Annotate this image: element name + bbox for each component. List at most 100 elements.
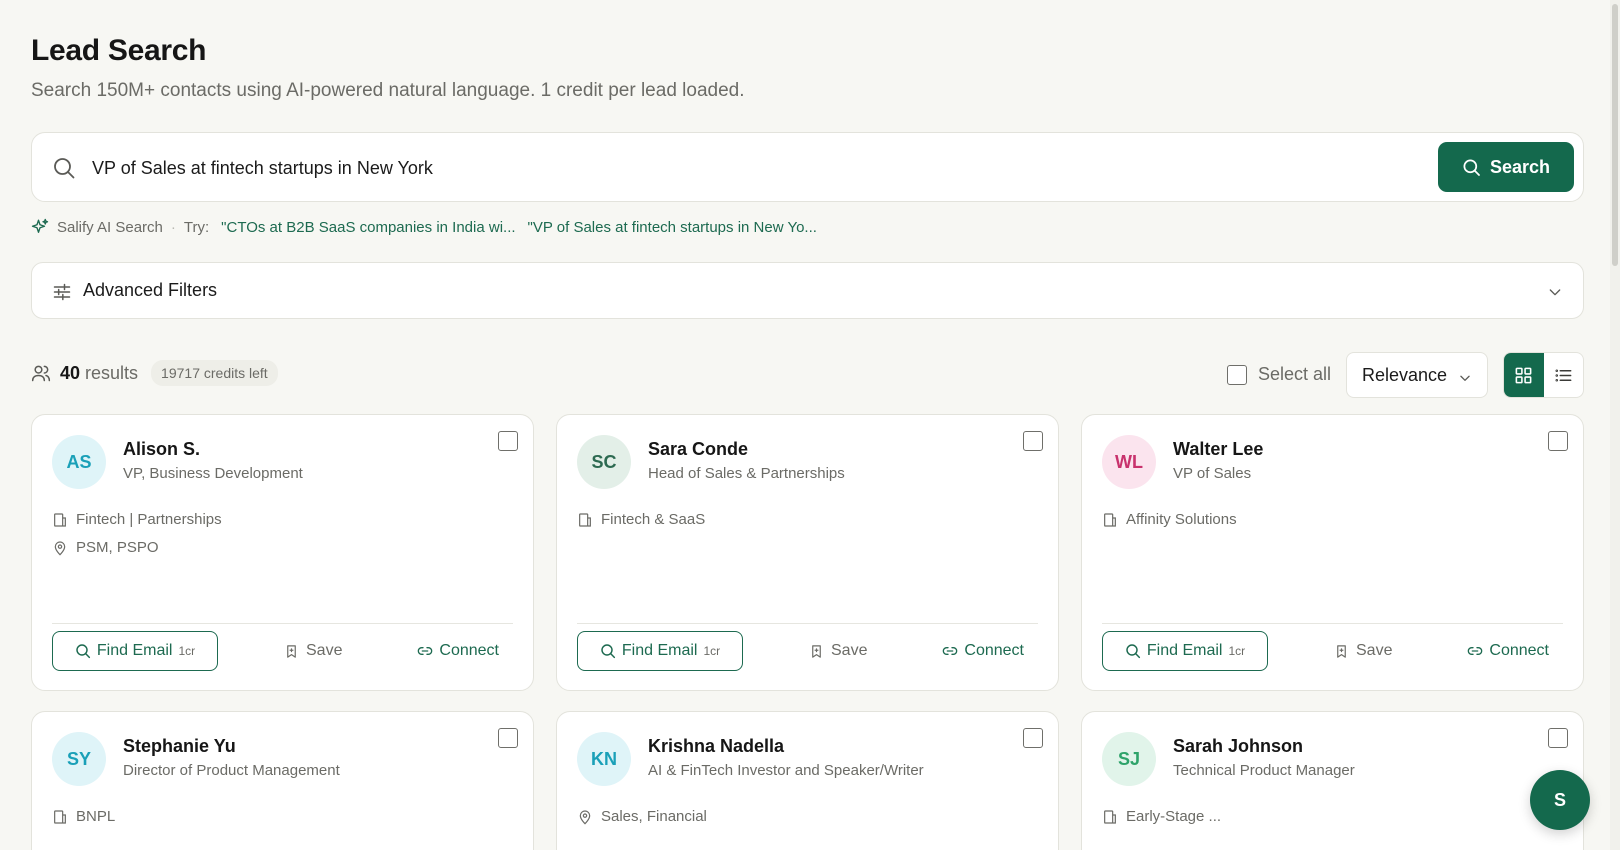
list-icon	[1555, 368, 1572, 382]
select-all[interactable]: Select all	[1227, 364, 1331, 385]
connect-button[interactable]: Connect	[942, 631, 1024, 671]
find-email-button[interactable]: Find Email 1cr	[1102, 631, 1268, 671]
page-subtitle: Search 150M+ contacts using AI-powered n…	[31, 80, 745, 101]
save-label: Save	[306, 642, 343, 659]
chevron-down-icon	[1458, 369, 1472, 390]
lead-meta-text: PSM, PSPO	[76, 539, 159, 556]
search-bar: Search	[31, 132, 1584, 202]
lead-select-checkbox[interactable]	[1023, 431, 1043, 451]
users-icon	[31, 365, 51, 382]
lead-card[interactable]: WL Walter Lee VP of Sales Affinity Solut…	[1081, 414, 1584, 691]
lead-card[interactable]: SC Sara Conde Head of Sales & Partnershi…	[556, 414, 1059, 691]
results-summary: 40 results 19717 credits left	[31, 360, 278, 386]
assistant-fab[interactable]: S	[1530, 770, 1590, 830]
avatar: AS	[52, 435, 106, 489]
lead-meta: PSM, PSPO	[52, 539, 159, 556]
building-icon	[1102, 809, 1118, 825]
lead-meta-text: Fintech | Partnerships	[76, 511, 222, 528]
connect-label: Connect	[439, 642, 499, 659]
lead-meta-text: Fintech & SaaS	[601, 511, 706, 528]
results-count: 40	[60, 362, 81, 383]
credit-cost: 1cr	[1228, 644, 1246, 658]
connect-button[interactable]: Connect	[1467, 631, 1549, 671]
lead-title: VP, Business Development	[123, 465, 303, 482]
ai-suggestions: Salify AI Search · Try: "CTOs at B2B Saa…	[31, 218, 817, 236]
lead-meta-text: Affinity Solutions	[1126, 511, 1237, 528]
card-actions: Find Email 1cr Save Connect	[1102, 631, 1563, 671]
search-button-label: Search	[1489, 156, 1551, 177]
lead-name: Alison S.	[123, 439, 201, 459]
building-icon	[52, 512, 68, 528]
grid-view-button[interactable]	[1504, 353, 1544, 397]
try-label: Try:	[183, 218, 210, 236]
advanced-filters-toggle[interactable]: Advanced Filters	[31, 262, 1584, 319]
lead-select-checkbox[interactable]	[1023, 728, 1043, 748]
avatar: KN	[577, 732, 631, 786]
find-email-button[interactable]: Find Email 1cr	[577, 631, 743, 671]
find-email-label: Find Email	[621, 642, 698, 659]
lead-meta: Fintech | Partnerships	[52, 511, 222, 528]
select-all-label: Select all	[1258, 364, 1332, 384]
building-icon	[1102, 512, 1118, 528]
lead-card[interactable]: KN Krishna Nadella AI & FinTech Investor…	[556, 711, 1059, 850]
advanced-filters-label: Advanced Filters	[83, 280, 218, 300]
search-button[interactable]: Search	[1438, 142, 1574, 192]
lead-meta-text: BNPL	[76, 808, 116, 825]
map-pin-icon	[52, 540, 68, 556]
lead-name: Krishna Nadella	[648, 736, 785, 756]
lead-name: Walter Lee	[1173, 439, 1264, 459]
credit-cost: 1cr	[178, 644, 196, 658]
search-icon	[1463, 159, 1480, 176]
lead-title: VP of Sales	[1173, 465, 1252, 482]
sliders-icon	[52, 282, 72, 307]
lead-card[interactable]: SJ Sarah Johnson Technical Product Manag…	[1081, 711, 1584, 850]
avatar: SY	[52, 732, 106, 786]
lead-select-checkbox[interactable]	[1548, 728, 1568, 748]
lead-meta-text: Early-Stage ...	[1126, 808, 1222, 825]
avatar: WL	[1102, 435, 1156, 489]
ai-search-label: Salify AI Search	[57, 218, 163, 236]
sort-select[interactable]: Relevance	[1346, 352, 1488, 398]
connect-label: Connect	[1489, 642, 1549, 659]
search-input[interactable]	[92, 153, 1342, 183]
lead-select-checkbox[interactable]	[498, 728, 518, 748]
grid-icon	[1515, 367, 1532, 383]
suggestion-link[interactable]: "VP of Sales at fintech startups in New …	[528, 219, 817, 236]
lead-name: Sarah Johnson	[1173, 736, 1304, 756]
chevron-down-icon	[1547, 284, 1563, 305]
search-icon	[1125, 643, 1141, 659]
sparkle-icon	[31, 218, 49, 233]
card-actions: Find Email 1cr Save Connect	[52, 631, 513, 671]
lead-card[interactable]: SY Stephanie Yu Director of Product Mana…	[31, 711, 534, 850]
save-button[interactable]: Save	[284, 631, 342, 671]
lead-meta: Affinity Solutions	[1102, 511, 1237, 528]
save-button[interactable]: Save	[1334, 631, 1392, 671]
lead-select-checkbox[interactable]	[498, 431, 518, 451]
find-email-button[interactable]: Find Email 1cr	[52, 631, 218, 671]
lead-name: Stephanie Yu	[123, 736, 236, 756]
search-icon	[75, 643, 91, 659]
connect-button[interactable]: Connect	[417, 631, 499, 671]
lead-meta: Sales, Financial	[577, 808, 707, 825]
link-icon	[942, 643, 958, 659]
card-divider	[52, 623, 513, 624]
lead-title: Head of Sales & Partnerships	[648, 465, 845, 482]
search-icon	[52, 156, 76, 180]
scrollbar-thumb[interactable]	[1612, 4, 1618, 266]
lead-meta: Fintech & SaaS	[577, 511, 705, 528]
suggestion-link[interactable]: "CTOs at B2B SaaS companies in India wi.…	[221, 219, 515, 236]
sort-value: Relevance	[1362, 364, 1448, 385]
avatar: SJ	[1102, 732, 1156, 786]
lead-meta: BNPL	[52, 808, 115, 825]
find-email-label: Find Email	[96, 642, 173, 659]
lead-card[interactable]: AS Alison S. VP, Business Development Fi…	[31, 414, 534, 691]
bookmark-icon	[809, 644, 824, 659]
save-button[interactable]: Save	[809, 631, 867, 671]
credits-badge: 19717 credits left	[151, 360, 278, 386]
select-all-checkbox[interactable]	[1227, 364, 1247, 385]
list-view-button[interactable]	[1544, 353, 1584, 397]
lead-select-checkbox[interactable]	[1548, 431, 1568, 451]
card-divider	[1102, 623, 1563, 624]
building-icon	[577, 512, 593, 528]
page-title: Lead Search	[31, 34, 207, 67]
